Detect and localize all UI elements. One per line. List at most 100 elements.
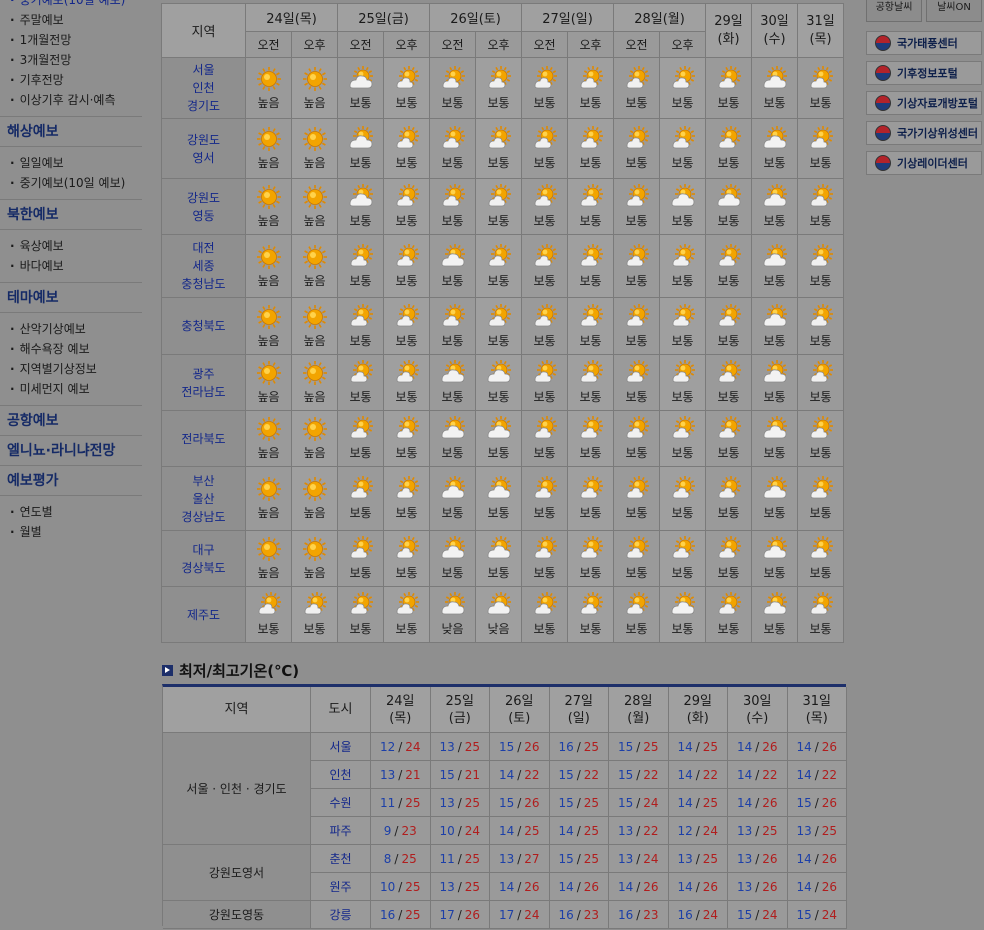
weather-cell: 보통 (614, 298, 660, 355)
external-link-button[interactable]: 국가태풍센터 (866, 31, 982, 55)
partly-cloudy-icon (488, 184, 511, 207)
link-label: 국가태풍센터 (897, 37, 958, 50)
temp-region-text: 강원도영동 (208, 908, 265, 922)
sidebar-item[interactable]: 일일예보 (0, 153, 142, 173)
external-link-button[interactable]: 국가기상위성센터 (866, 121, 982, 145)
max-temp: 25 (464, 795, 481, 810)
temp-separator: / (814, 767, 819, 782)
sidebar-item[interactable]: 미세먼지 예보 (0, 379, 142, 399)
partly-cloudy-icon (672, 360, 695, 383)
external-link-button[interactable]: 기후정보포털 (866, 61, 982, 85)
sidebar-item[interactable]: 육상예보 (0, 236, 142, 256)
min-temp: 15 (796, 907, 812, 922)
precip-level-label: 보통 (533, 446, 556, 460)
min-temp: 13 (617, 851, 634, 866)
weather-cell: 보통 (384, 235, 430, 298)
sidebar-group-title[interactable]: 공항예보 (0, 405, 142, 435)
sidebar-item[interactable]: 주말예보 (0, 10, 142, 30)
temp-day-label: 30일 (742, 693, 772, 709)
weather-cell: 낮음 (430, 587, 476, 643)
sidebar-item[interactable]: 중기예보(10일 예보) (0, 173, 142, 193)
min-temp: 14 (558, 823, 574, 838)
precip-level-label: 높음 (303, 273, 326, 288)
temp-weekday-label: (월) (627, 710, 650, 726)
partly-cloudy-icon (810, 536, 833, 559)
min-temp: 14 (677, 739, 693, 754)
weather-cell: 보통 (752, 58, 798, 119)
temp-separator: / (755, 795, 760, 810)
weather-cell: 보통 (798, 467, 844, 531)
sidebar-group-title[interactable]: 엘니뇨·라니냐전망 (0, 435, 142, 465)
weather-cell: 높음 (292, 298, 338, 355)
temp-value-cell: 15/24 (728, 901, 788, 929)
precip-level-label: 보통 (717, 390, 740, 404)
weather-cell: 보통 (430, 119, 476, 179)
weekday-label: (화) (717, 31, 740, 47)
pm-header: 오후 (292, 32, 338, 58)
max-temp: 26 (821, 795, 838, 810)
mostly-cloudy-icon (671, 592, 695, 615)
precip-level-label: 보통 (395, 446, 418, 460)
max-temp: 26 (821, 879, 838, 894)
min-temp: 13 (498, 851, 515, 866)
sidebar-item[interactable]: 지역별기상정보 (0, 359, 142, 379)
sidebar-item[interactable]: 기후전망 (0, 70, 142, 90)
sidebar-item[interactable]: 1개월전망 (0, 30, 142, 50)
temp-city-name: 서울 (311, 733, 371, 761)
precip-level-label: 보통 (625, 273, 648, 288)
government-logo-icon (875, 125, 891, 141)
partly-cloudy-icon (534, 476, 557, 499)
sidebar-group-title[interactable]: 예보평가 (0, 465, 142, 495)
precip-level-label: 보통 (533, 333, 556, 348)
weather-cell: 보통 (752, 119, 798, 179)
sidebar-group-title[interactable]: 테마예보 (0, 282, 142, 312)
sidebar-item[interactable]: 산악기상예보 (0, 319, 142, 339)
precip-level-label: 보통 (717, 156, 740, 170)
sunny-icon (256, 244, 281, 269)
weather-cell: 보통 (476, 355, 522, 411)
temp-region-name: 서울 · 인천 · 경기도 (163, 733, 311, 845)
sidebar-item[interactable]: 연도별 (0, 502, 142, 522)
sidebar-item[interactable]: 해수욕장 예보 (0, 339, 142, 359)
external-link-button[interactable]: 기상레이더센터 (866, 151, 982, 175)
sidebar-item[interactable]: 월별 (0, 522, 142, 542)
sidebar-item[interactable]: 바다예보 (0, 256, 142, 276)
partly-cloudy-icon (534, 360, 557, 383)
weather-cell: 보통 (384, 467, 430, 531)
min-temp: 14 (736, 739, 753, 754)
precip-level-label: 보통 (487, 566, 510, 580)
weather-cell: 높음 (292, 355, 338, 411)
external-link-button[interactable]: 기상자료개방포털 (866, 91, 982, 115)
weather-cell: 보통 (706, 119, 752, 179)
max-temp: 22 (643, 823, 659, 838)
weather-cell: 보통 (476, 411, 522, 467)
precip-level-label: 높음 (257, 333, 280, 348)
temp-value-cell: 13/25 (430, 789, 490, 817)
precip-level-label: 보통 (625, 214, 648, 228)
region-name-line: 영서 (192, 150, 215, 165)
sidebar-item[interactable]: 3개월전망 (0, 50, 142, 70)
sunny-icon (256, 127, 281, 151)
precip-level-label: 보통 (533, 506, 556, 520)
mostly-cloudy-icon (441, 476, 465, 499)
precip-level-label: 보통 (533, 95, 556, 110)
sidebar-item-cut[interactable]: 중기예보(10일 예보) (0, 0, 142, 10)
government-logo-icon (875, 95, 891, 111)
weather-on-button[interactable]: 날씨ON (926, 0, 982, 22)
temp-value-cell: 15/21 (430, 761, 490, 789)
temp-separator: / (814, 823, 819, 838)
sidebar-item[interactable]: 이상기후 감시·예측 (0, 90, 142, 110)
temp-city-text: 파주 (329, 824, 352, 838)
sidebar-group-title[interactable]: 해상예보 (0, 116, 142, 146)
partly-cloudy-icon (396, 592, 419, 615)
precip-level-label: 보통 (809, 622, 832, 636)
airport-weather-button[interactable]: 공항날씨 (866, 0, 922, 22)
partly-cloudy-icon (810, 416, 833, 439)
sunny-icon (302, 66, 327, 91)
sidebar-group-title[interactable]: 북한예보 (0, 199, 142, 229)
min-temp: 14 (796, 851, 812, 866)
region-header: 지역 (162, 4, 246, 58)
partly-cloudy-icon (672, 536, 695, 559)
precip-level-label: 보통 (763, 446, 786, 460)
weather-cell: 낮음 (476, 587, 522, 643)
